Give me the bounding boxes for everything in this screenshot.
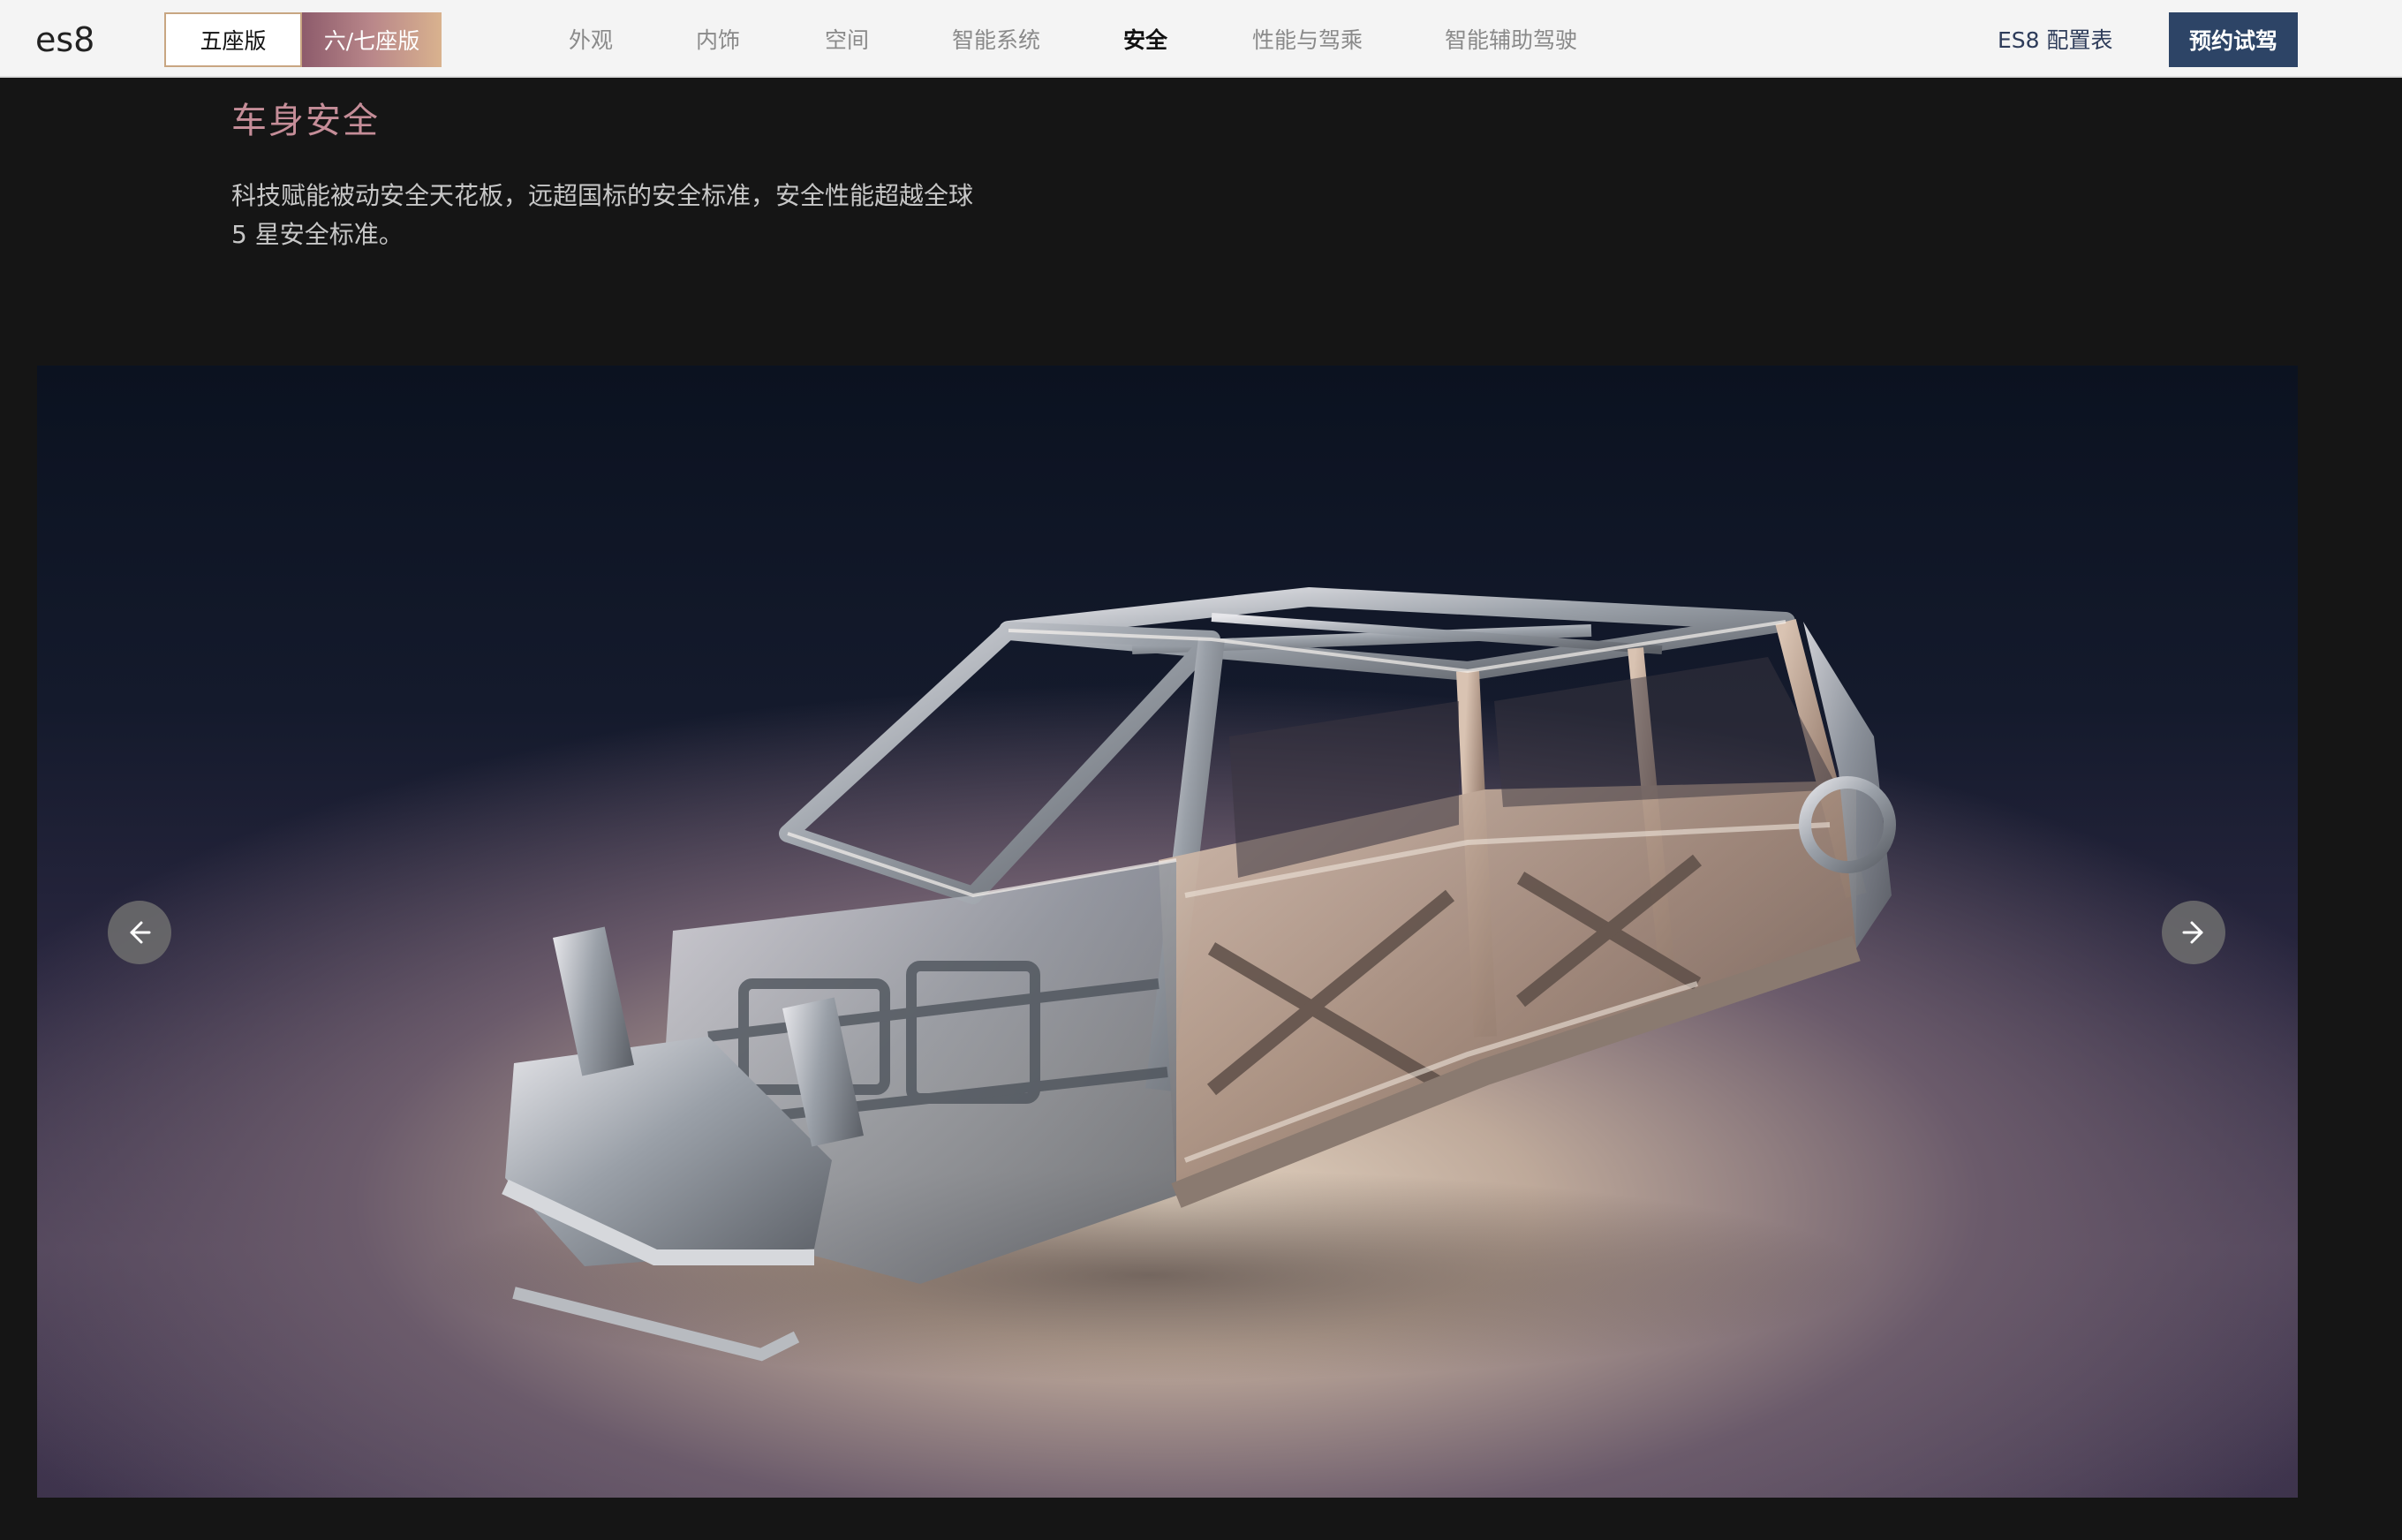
nav-item-exterior[interactable]: 外观 (569, 0, 613, 78)
logo-text: es8 (35, 20, 94, 59)
nav-item-driver-assist[interactable]: 智能辅助驾驶 (1445, 0, 1577, 78)
variant-six-seven-seat-label: 六/七座版 (323, 28, 420, 54)
es8-config-link[interactable]: ES8 配置表 (1998, 0, 2113, 78)
top-navigation-bar: es8 五座版 六/七座版 外观 内饰 空间 智能系统 安全 性能与驾乘 智能辅… (0, 0, 2402, 78)
car-body-frame-image (426, 587, 1896, 1381)
car-frame-showcase (37, 366, 2298, 1498)
variant-six-seven-seat-button[interactable]: 六/七座版 (302, 12, 442, 67)
variant-five-seat-label: 五座版 (200, 28, 267, 54)
nav-item-performance[interactable]: 性能与驾乘 (1252, 0, 1363, 78)
section-description: 科技赋能被动安全天花板，远超国标的安全标准，安全性能超越全球 5 星安全标准。 (231, 181, 974, 249)
nav-item-interior[interactable]: 内饰 (696, 0, 740, 78)
carousel-prev-button[interactable] (108, 901, 171, 964)
arrow-right-icon (2182, 921, 2203, 944)
nav-item-space[interactable]: 空间 (825, 0, 869, 78)
nav-item-safety[interactable]: 安全 (1123, 0, 1167, 78)
carousel-next-button[interactable] (2162, 901, 2225, 964)
nav-item-smart-system[interactable]: 智能系统 (952, 0, 1040, 78)
book-test-drive-button[interactable]: 预约试驾 (2169, 12, 2298, 67)
arrow-left-icon (130, 921, 151, 944)
section-title: 车身安全 (231, 101, 380, 141)
es8-logo[interactable]: es8 (35, 18, 110, 60)
variant-five-seat-button[interactable]: 五座版 (164, 12, 302, 67)
